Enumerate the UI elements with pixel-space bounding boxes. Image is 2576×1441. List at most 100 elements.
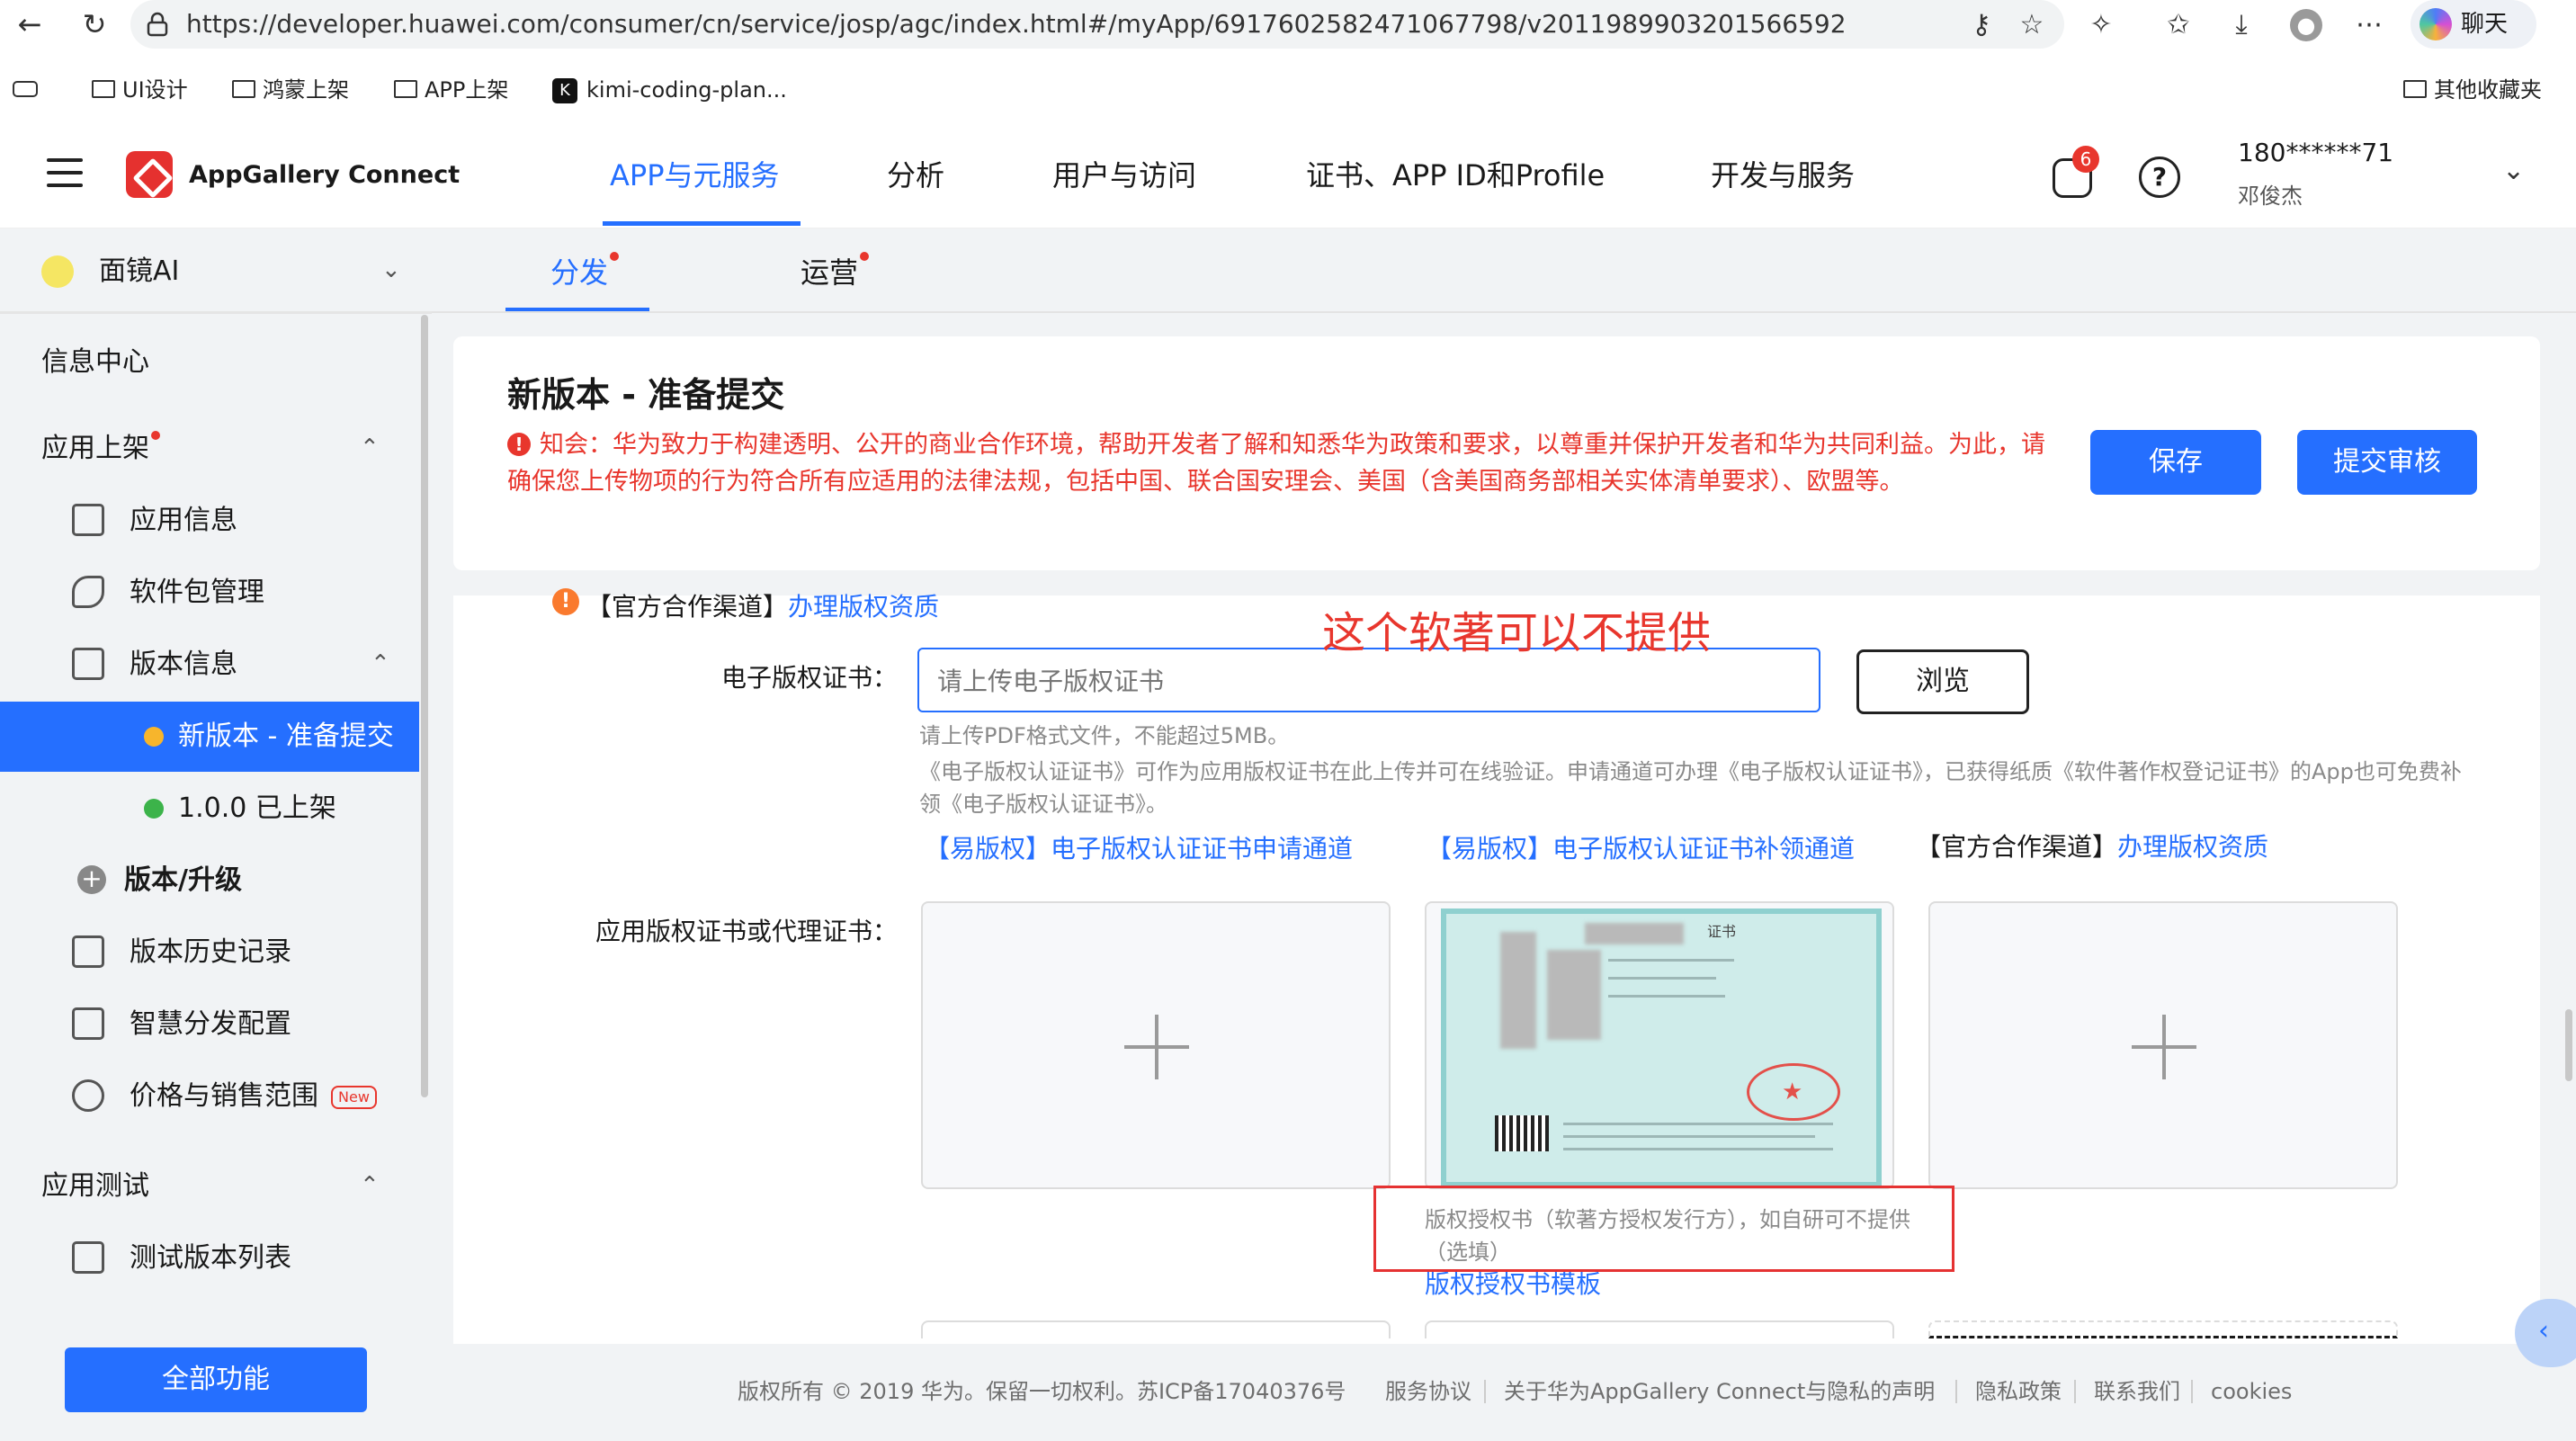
annotation-text: 这个软著可以不提供	[1322, 608, 1712, 658]
uploaded-certificate-image[interactable]: 证书	[1425, 901, 1894, 1189]
copyright-qualification-link[interactable]: 办理版权资质	[2117, 832, 2268, 862]
page-title: 新版本 - 准备提交	[507, 375, 785, 415]
text-line	[1563, 1123, 1833, 1125]
price-icon	[72, 1079, 104, 1112]
document-icon	[72, 504, 104, 536]
footer-privacy-statement-link[interactable]: 关于华为AppGallery Connect与隐私的声明	[1504, 1376, 1935, 1407]
all-functions-button[interactable]: 全部功能	[65, 1347, 367, 1412]
download-icon[interactable]: ⤓	[2225, 9, 2258, 41]
address-bar[interactable]: https://developer.huawei.com/consumer/cn…	[130, 0, 2064, 49]
star-icon[interactable]: ☆	[2016, 9, 2048, 41]
nav-analytics[interactable]: 分析	[887, 155, 944, 196]
upload-slot-1[interactable]	[921, 901, 1391, 1189]
sidebar-item-v100[interactable]: 1.0.0 已上架	[0, 774, 419, 844]
folder-icon	[394, 80, 417, 98]
sidebar-item-label: 智慧分发配置	[130, 1008, 291, 1040]
sidebar-item-new-version[interactable]: 新版本 - 准备提交	[0, 702, 419, 772]
upload-slot-row2-2[interactable]	[1425, 1320, 1894, 1338]
nav-certificates[interactable]: 证书、APP ID和Profile	[1306, 155, 1605, 196]
back-arrow-icon[interactable]: ←	[11, 5, 49, 43]
save-button[interactable]: 保存	[2090, 430, 2261, 495]
footer-privacy-policy-link[interactable]: 隐私政策	[1975, 1376, 2062, 1407]
chevron-down-icon: ⌄	[381, 256, 401, 283]
submit-header-card: 新版本 - 准备提交 ! 知会：华为致力于构建透明、公开的商业合作环境，帮助开发者…	[453, 336, 2540, 570]
version-icon	[72, 648, 104, 680]
footer-contact-link[interactable]: 联系我们	[2094, 1376, 2180, 1407]
apply-channel-link[interactable]: 【易版权】电子版权认证证书申请通道	[925, 831, 1353, 867]
menu-icon[interactable]	[47, 158, 83, 189]
sidebar-item-app-info[interactable]: 应用信息	[0, 486, 419, 556]
blurred-area	[1585, 923, 1684, 944]
other-bookmarks[interactable]: 其他收藏夹	[2403, 72, 2542, 108]
nav-app-services[interactable]: APP与元服务	[610, 155, 780, 196]
submit-review-button[interactable]: 提交审核	[2297, 430, 2477, 495]
sidebar-item-label: 价格与销售范围 New	[130, 1079, 377, 1114]
sidebar-item-version-upgrade[interactable]: + 版本/升级	[0, 846, 419, 916]
sidebar-group-app-release[interactable]: 应用上架 ⌃	[0, 414, 419, 484]
official-channel-row-2: 【官方合作渠道】办理版权资质	[1916, 832, 2269, 862]
copyright-qualification-link[interactable]: 办理版权资质	[788, 592, 939, 622]
url-text[interactable]: https://developer.huawei.com/consumer/cn…	[186, 9, 1847, 40]
nav-users-access[interactable]: 用户与访问	[1052, 155, 1196, 196]
copilot-chat-button[interactable]: 聊天	[2411, 0, 2536, 49]
side-panel-toggle[interactable]: ‹	[2515, 1299, 2576, 1367]
reload-icon[interactable]: ↻	[76, 5, 113, 43]
sidebar-item-version-history[interactable]: 版本历史记录	[0, 917, 419, 988]
extensions-icon[interactable]: ✧	[2085, 9, 2117, 41]
bookmark-harmony[interactable]: 鸿蒙上架	[232, 72, 349, 108]
app-header: AppGallery Connect APP与元服务 分析 用户与访问 证书、A…	[0, 119, 2576, 228]
bookmarks-toggle-icon[interactable]	[13, 72, 45, 108]
key-icon[interactable]: ⚷	[1965, 9, 1998, 41]
site-info-icon[interactable]	[143, 10, 172, 39]
bookmark-app-release[interactable]: APP上架	[394, 72, 508, 108]
account-id[interactable]: 180******71	[2238, 135, 2393, 171]
nav-dev-services[interactable]: 开发与服务	[1711, 155, 1855, 196]
upload-slot-3[interactable]	[1928, 901, 2398, 1189]
chevron-down-icon[interactable]: ⌄	[2502, 155, 2525, 186]
folder-icon	[92, 80, 115, 98]
upload-slot-row2-3[interactable]	[1928, 1320, 2398, 1338]
ecert-label: 电子版权证书：	[721, 663, 899, 693]
bookmarks-bar: UI设计 鸿蒙上架 APP上架 Kkimi-coding-plan... 其他收…	[0, 72, 2576, 119]
released-status-dot	[144, 799, 164, 819]
compliance-notice: ! 知会：华为致力于构建透明、公开的商业合作环境，帮助开发者了解和知悉华为政策和要…	[507, 431, 2045, 496]
reissue-channel-link[interactable]: 【易版权】电子版权认证证书补领通道	[1427, 831, 1855, 867]
authorization-template-link[interactable]: 版权授权书模板	[1425, 1266, 1601, 1302]
browse-button[interactable]: 浏览	[1856, 649, 2029, 714]
new-tag: New	[331, 1085, 377, 1109]
folder-icon	[2403, 80, 2427, 98]
favorites-icon[interactable]: ✩	[2162, 9, 2195, 41]
sidebar-scrollbar[interactable]	[421, 315, 428, 1097]
ecert-input[interactable]	[937, 660, 1792, 702]
footer-cookies-link[interactable]: cookies	[2211, 1376, 2292, 1407]
more-menu-icon[interactable]: ⋯	[2353, 9, 2385, 41]
sidebar-item-test-versions[interactable]: 测试版本列表	[0, 1223, 419, 1293]
tab-distribution[interactable]: 分发	[550, 252, 620, 293]
profile-avatar[interactable]: ●	[2290, 9, 2322, 41]
text-line	[1608, 959, 1734, 962]
add-circle-icon: +	[77, 865, 106, 894]
sidebar-group-app-test[interactable]: 应用测试 ⌃	[0, 1151, 419, 1222]
red-dot-indicator	[860, 252, 870, 261]
help-icon[interactable]: ?	[2139, 157, 2180, 198]
page-scrollbar[interactable]	[2565, 1009, 2572, 1081]
chat-label: 聊天	[2461, 11, 2509, 38]
sidebar-item-info-center[interactable]: 信息中心	[0, 327, 419, 398]
upload-slot-row2-1[interactable]	[921, 1320, 1391, 1338]
kimi-icon: K	[552, 78, 577, 103]
sidebar-item-label: 软件包管理	[130, 577, 264, 608]
red-dot-indicator	[610, 252, 620, 261]
app-name: 面镜AI	[99, 255, 180, 287]
tab-operations[interactable]: 运营	[801, 252, 870, 293]
app-selector[interactable]: 面镜AI ⌄	[0, 228, 432, 311]
sidebar-item-package[interactable]: 软件包管理	[0, 558, 419, 628]
divider	[2074, 1380, 2076, 1403]
bookmark-kimi[interactable]: Kkimi-coding-plan...	[552, 72, 787, 108]
sidebar-item-label: 测试版本列表	[130, 1242, 291, 1274]
sidebar-item-smart-distribution[interactable]: 智慧分发配置	[0, 989, 419, 1060]
sidebar-group-version-info[interactable]: 版本信息 ⌃	[0, 630, 419, 700]
sidebar-item-price[interactable]: 价格与销售范围 New	[0, 1061, 419, 1132]
bookmark-ui-design[interactable]: UI设计	[92, 72, 188, 108]
footer-terms-link[interactable]: 服务协议	[1385, 1376, 1471, 1407]
distribution-icon	[72, 1007, 104, 1040]
